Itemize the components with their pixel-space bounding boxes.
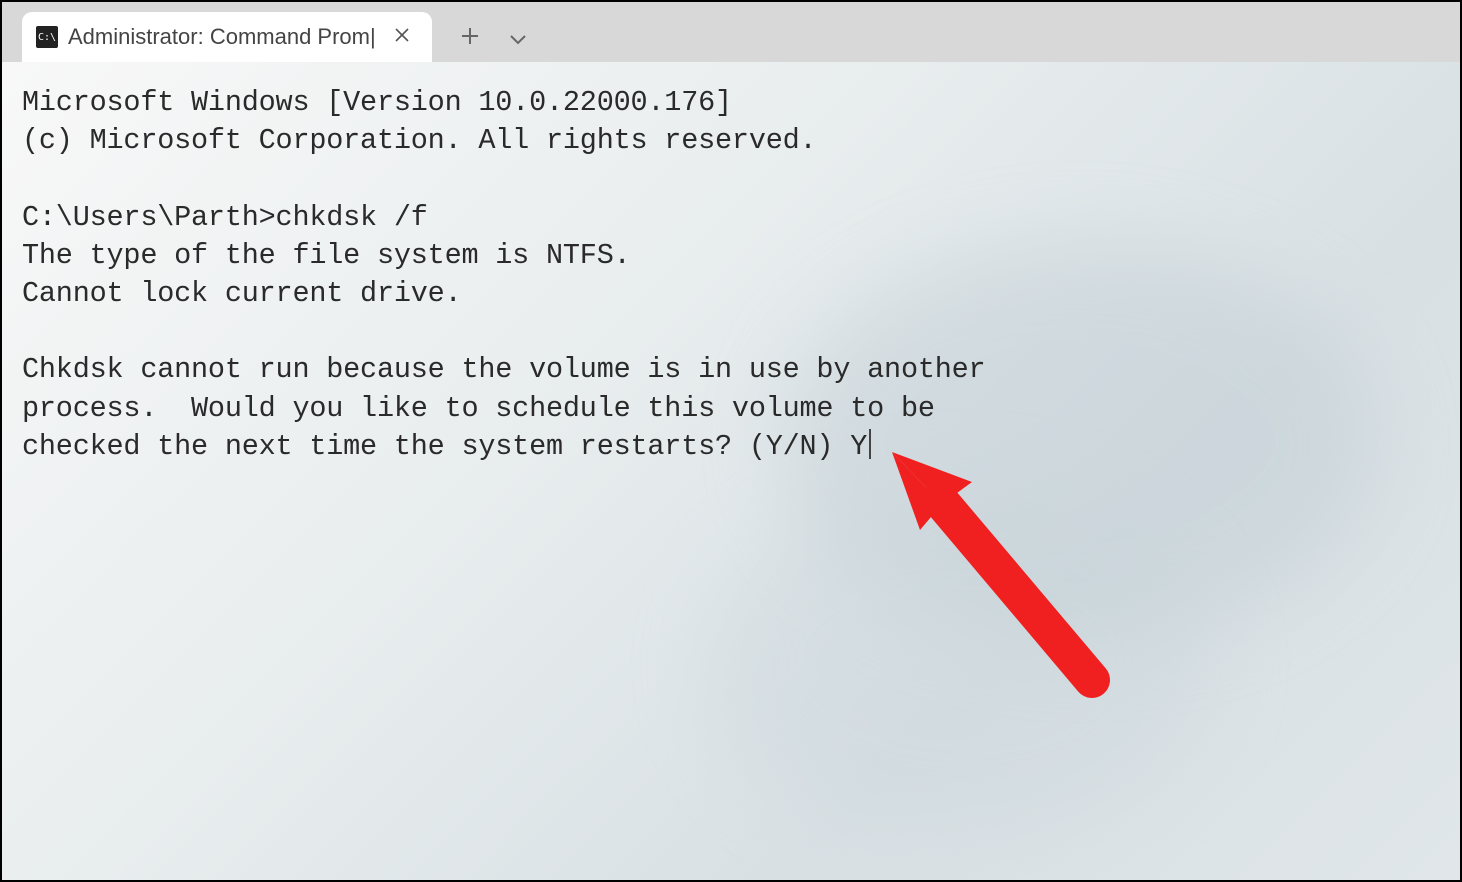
terminal-body[interactable]: Microsoft Windows [Version 10.0.22000.17… [2, 62, 1460, 880]
terminal-line: process. Would you like to schedule this… [22, 392, 935, 425]
terminal-line: The type of the file system is NTFS. [22, 239, 631, 272]
terminal-line: Cannot lock current drive. [22, 277, 461, 310]
tab-dropdown-button[interactable] [508, 24, 528, 50]
terminal-line: Chkdsk cannot run because the volume is … [22, 353, 985, 386]
terminal-window: C:\ Administrator: Command Prom| [2, 2, 1460, 880]
background-blur [710, 490, 1210, 840]
window-tab[interactable]: C:\ Administrator: Command Prom| [22, 12, 432, 62]
cmd-icon: C:\ [36, 26, 58, 48]
close-icon [394, 27, 410, 43]
terminal-output: Microsoft Windows [Version 10.0.22000.17… [22, 84, 1440, 466]
text-cursor [869, 429, 871, 459]
chevron-down-icon [508, 32, 528, 46]
terminal-line: Microsoft Windows [Version 10.0.22000.17… [22, 86, 732, 119]
close-tab-button[interactable] [386, 22, 418, 53]
titlebar-actions [432, 12, 528, 62]
terminal-prompt-line: C:\Users\Parth>chkdsk /f [22, 201, 428, 234]
plus-icon [460, 26, 480, 46]
new-tab-button[interactable] [460, 24, 480, 50]
tab-title: Administrator: Command Prom| [68, 24, 376, 50]
terminal-line: checked the next time the system restart… [22, 430, 867, 463]
window-titlebar: C:\ Administrator: Command Prom| [2, 2, 1460, 62]
terminal-line: (c) Microsoft Corporation. All rights re… [22, 124, 816, 157]
